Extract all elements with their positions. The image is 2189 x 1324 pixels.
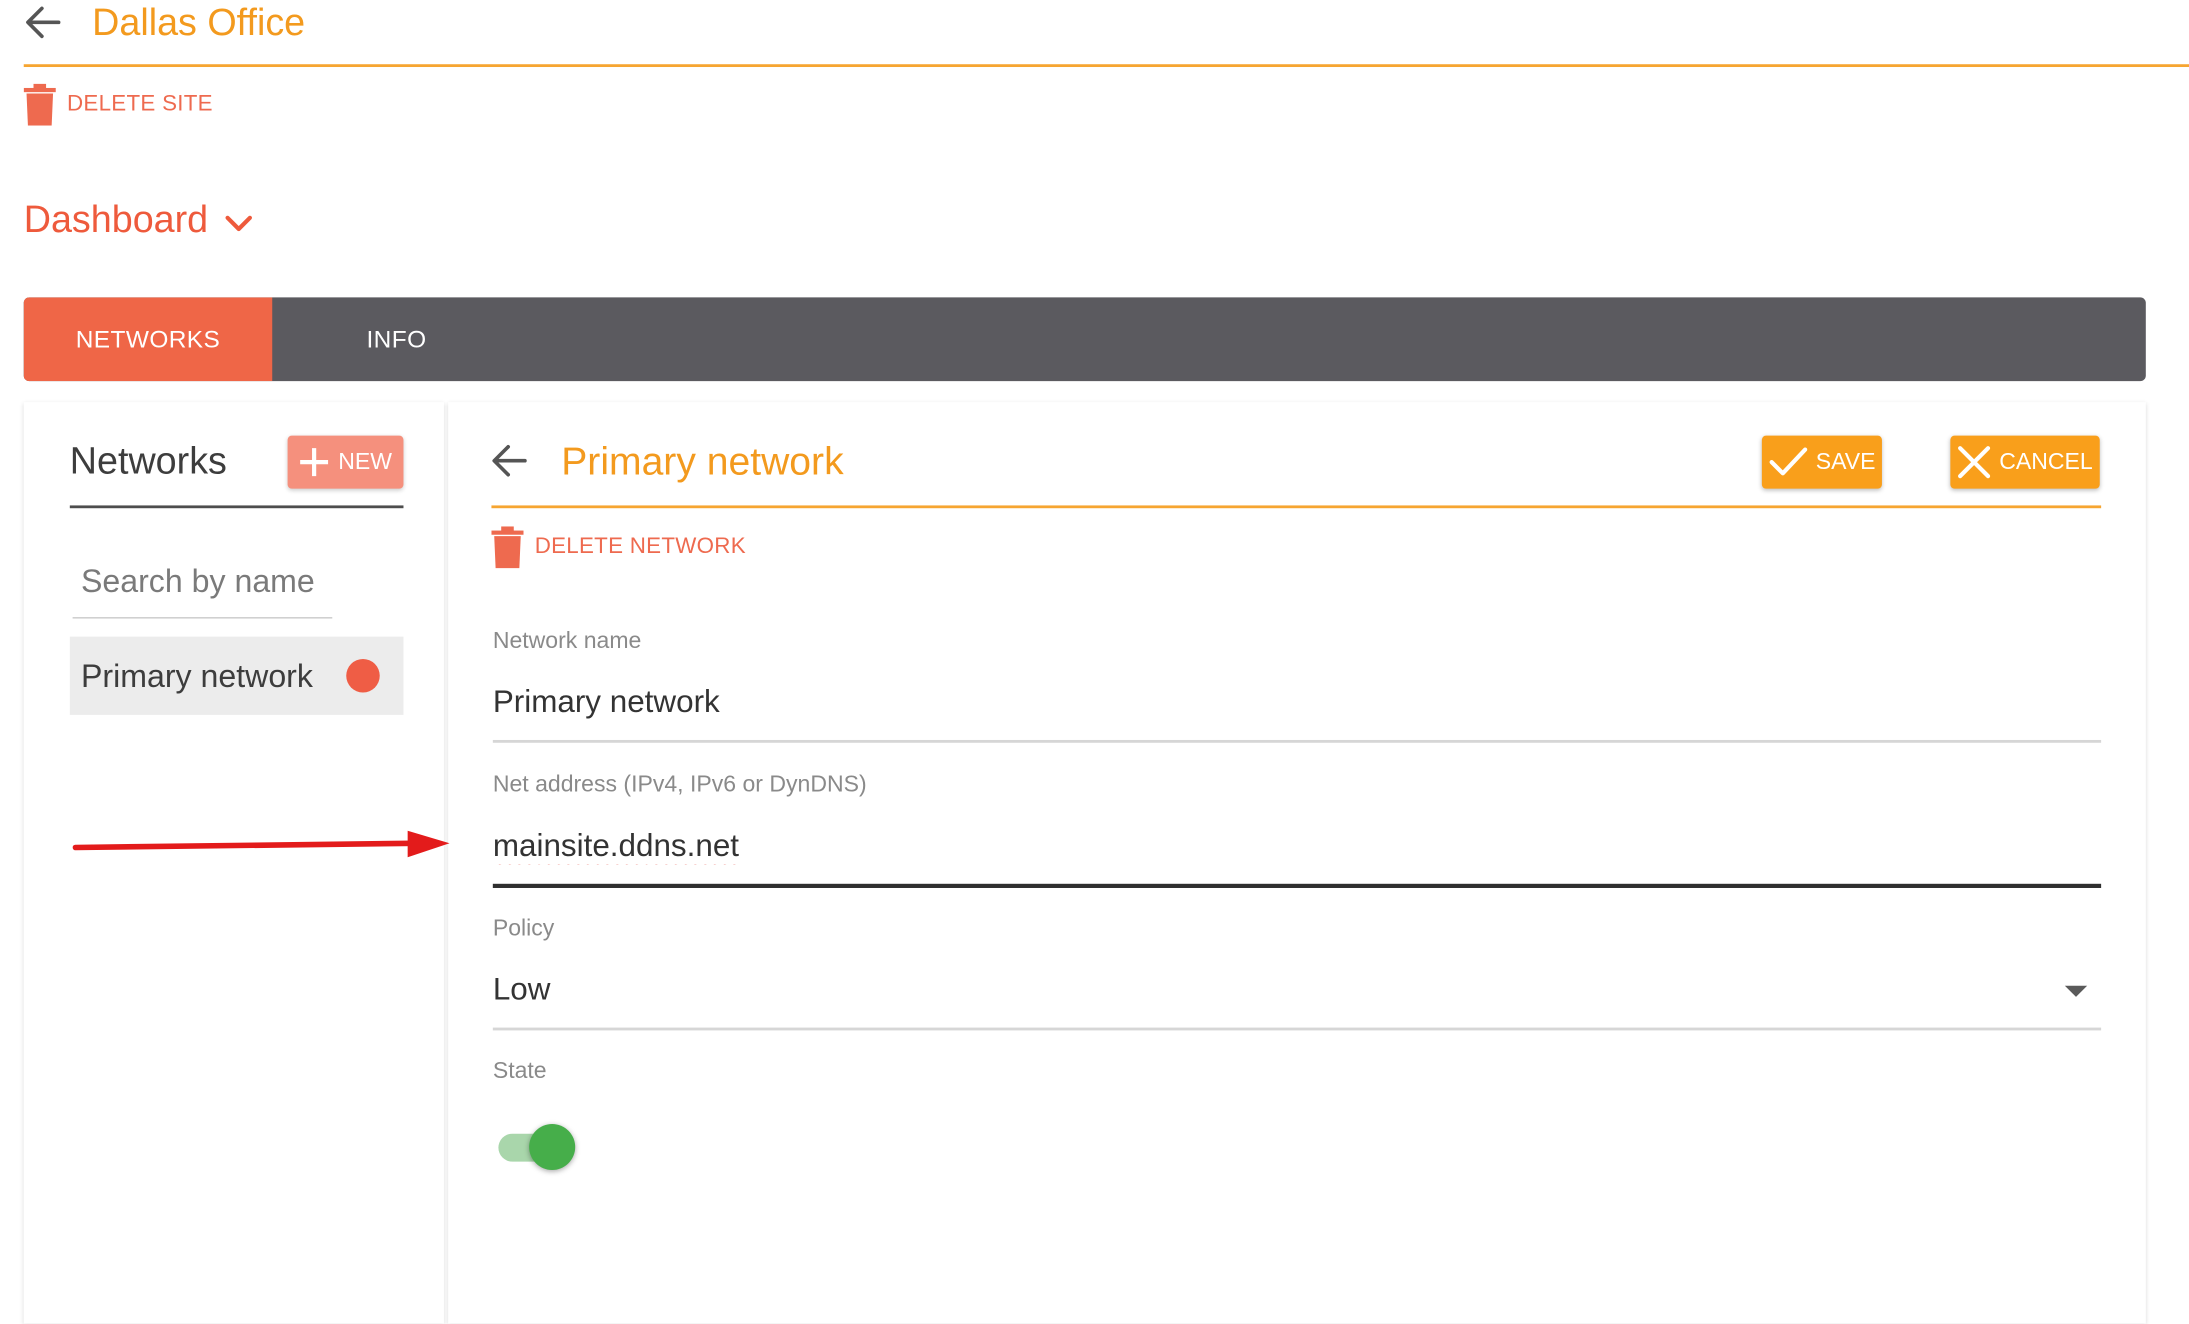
- policy-value: Low: [492, 971, 551, 1007]
- close-icon: [1957, 445, 1991, 479]
- sidebar-divider: [69, 505, 404, 509]
- site-title: Dallas Office: [92, 1, 306, 44]
- list-item-label: Primary network: [80, 656, 313, 694]
- check-icon: [1768, 445, 1807, 479]
- annotation-arrow-icon: [72, 827, 453, 873]
- chevron-down-icon: [225, 213, 253, 233]
- state-toggle[interactable]: [498, 1123, 576, 1171]
- net-address-label: Net address (IPv4, IPv6 or DynDNS): [492, 772, 867, 798]
- header-divider: [23, 64, 2189, 68]
- editor-title-divider: [491, 505, 2102, 509]
- save-label: SAVE: [1815, 448, 1876, 475]
- new-network-button[interactable]: NEW: [287, 435, 404, 489]
- save-button[interactable]: SAVE: [1761, 435, 1882, 489]
- delete-site-button[interactable]: DELETE SITE: [23, 82, 213, 127]
- network-editor: Primary network SAVE CANCEL DELETE NETWO…: [448, 402, 2146, 1324]
- state-label: State: [492, 1058, 547, 1084]
- cancel-label: CANCEL: [1999, 448, 2093, 475]
- network-name-label: Network name: [492, 628, 642, 654]
- toggle-thumb: [529, 1123, 576, 1171]
- delete-network-label: DELETE NETWORK: [534, 534, 746, 559]
- trash-icon: [23, 83, 56, 126]
- dropdown-arrow-icon: [2064, 985, 2088, 997]
- policy-select[interactable]: Low: [492, 966, 2102, 1031]
- status-dot: [346, 659, 380, 693]
- trash-icon: [491, 526, 524, 569]
- list-item[interactable]: Primary network: [69, 636, 404, 715]
- dashboard-label: Dashboard: [23, 198, 209, 241]
- editor-title: Primary network: [561, 439, 844, 484]
- search-input[interactable]: [72, 544, 333, 619]
- delete-site-label: DELETE SITE: [67, 92, 213, 116]
- plus-icon: [299, 447, 330, 478]
- network-name-field[interactable]: [492, 678, 2102, 743]
- cancel-button[interactable]: CANCEL: [1950, 435, 2100, 489]
- tab-bar: NETWORKS INFO: [23, 297, 2146, 382]
- sidebar-title: Networks: [69, 439, 227, 482]
- back-arrow-icon[interactable]: [24, 3, 63, 42]
- back-arrow-icon[interactable]: [490, 441, 529, 480]
- net-address-field-wrapper: [492, 820, 2102, 888]
- tab-info[interactable]: INFO: [272, 297, 521, 381]
- tab-networks[interactable]: NETWORKS: [23, 297, 273, 382]
- app-root: Dallas Office DELETE SITE Dashboard NETW…: [0, 0, 2189, 1324]
- net-address-field[interactable]: [492, 820, 2102, 872]
- policy-label: Policy: [492, 915, 555, 942]
- delete-network-button[interactable]: DELETE NETWORK: [491, 525, 746, 570]
- new-button-label: NEW: [338, 448, 392, 475]
- dashboard-dropdown[interactable]: Dashboard: [24, 198, 253, 241]
